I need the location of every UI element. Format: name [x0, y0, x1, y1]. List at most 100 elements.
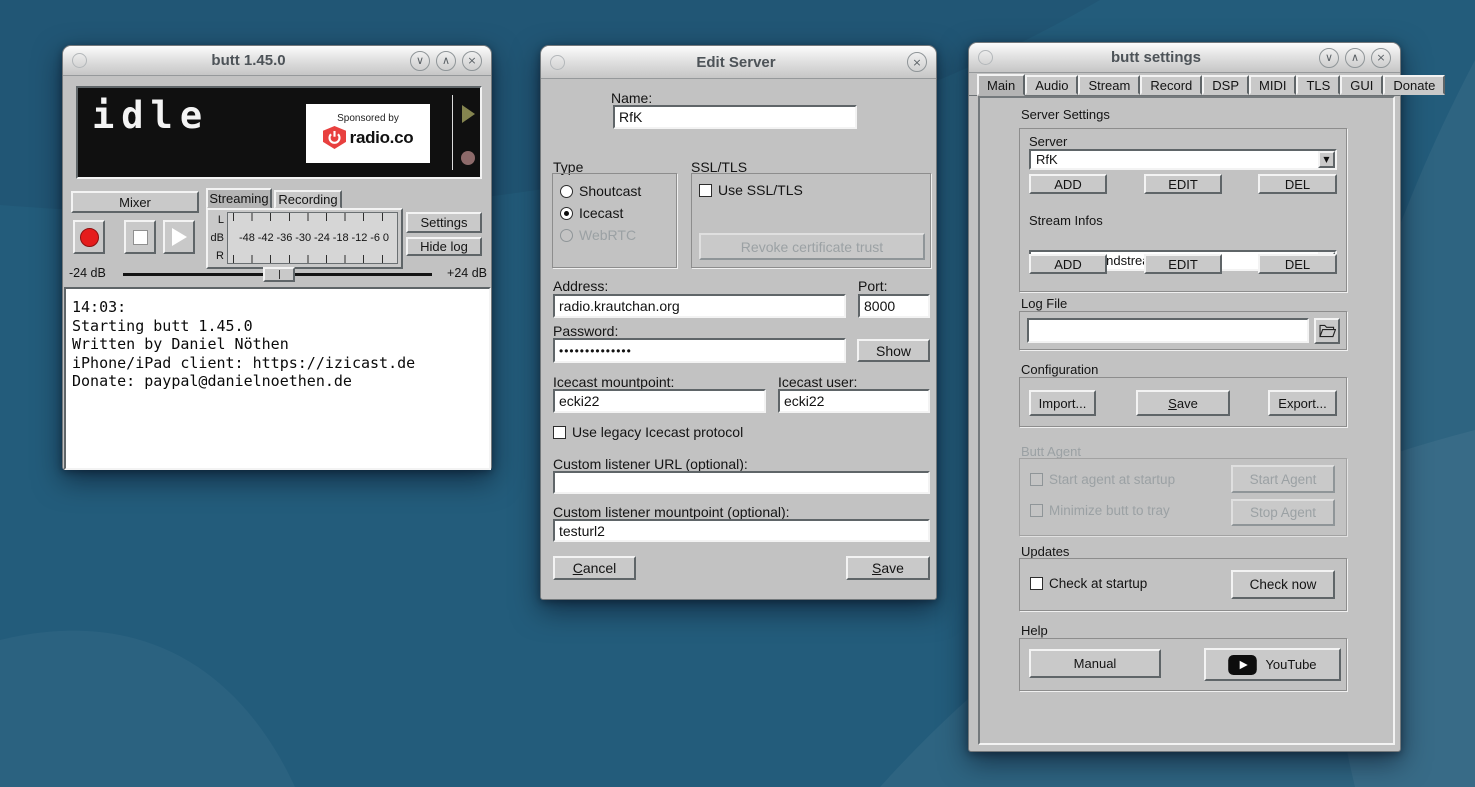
- port-input[interactable]: [858, 294, 930, 318]
- configuration-label: Configuration: [1021, 362, 1098, 377]
- server-dropdown-value: RfK: [1031, 151, 1335, 167]
- show-password-button[interactable]: Show: [857, 339, 930, 362]
- server-add-button[interactable]: ADD: [1029, 174, 1107, 194]
- meter-right-label: R: [208, 250, 224, 262]
- mountpoint-input[interactable]: [553, 389, 766, 413]
- butt-agent-label: Butt Agent: [1021, 444, 1081, 459]
- start-agent-checkbox: Start agent at startup: [1030, 472, 1175, 487]
- radio-icecast[interactable]: Icecast: [560, 205, 623, 221]
- tab-stream[interactable]: Stream: [1078, 75, 1140, 95]
- butt-settings-titlebar[interactable]: butt settings ∨ ∧ ×: [969, 43, 1400, 73]
- close-icon[interactable]: ×: [907, 52, 927, 72]
- folder-icon: [1319, 324, 1336, 338]
- checkbox-icon[interactable]: [1030, 577, 1043, 590]
- manual-button[interactable]: Manual: [1029, 649, 1161, 678]
- revoke-certificate-button: Revoke certificate trust: [699, 233, 925, 260]
- tab-recording[interactable]: Recording: [274, 190, 342, 209]
- export-button[interactable]: Export...: [1268, 390, 1337, 416]
- log-file-input[interactable]: [1027, 318, 1309, 343]
- shade-icon[interactable]: ∨: [1319, 48, 1339, 68]
- checkbox-icon[interactable]: [553, 426, 566, 439]
- gain-slider[interactable]: -24 dB +24 dB: [69, 266, 487, 283]
- gain-slider-handle[interactable]: [263, 267, 295, 282]
- settings-button[interactable]: Settings: [406, 212, 482, 233]
- server-edit-button[interactable]: EDIT: [1144, 174, 1222, 194]
- port-label: Port:: [858, 278, 888, 294]
- mountpoint-label: Icecast mountpoint:: [553, 374, 674, 390]
- legacy-protocol-checkbox[interactable]: Use legacy Icecast protocol: [553, 424, 743, 440]
- butt-main-titlebar[interactable]: butt 1.45.0 ∨ ∧ ×: [63, 46, 491, 76]
- close-icon[interactable]: ×: [1371, 48, 1391, 68]
- check-at-startup-checkbox[interactable]: Check at startup: [1030, 576, 1147, 591]
- stream-edit-button[interactable]: EDIT: [1144, 254, 1222, 274]
- import-button[interactable]: Import...: [1029, 390, 1096, 416]
- meter-scale-values: -48 -42 -36 -30 -24 -18 -12 -6 0: [228, 221, 397, 255]
- server-del-button[interactable]: DEL: [1258, 174, 1337, 194]
- type-groupbox: Shoutcast Icecast WebRTC: [552, 173, 677, 268]
- config-save-button[interactable]: Save: [1136, 390, 1230, 416]
- tab-gui[interactable]: GUI: [1340, 75, 1383, 95]
- password-input[interactable]: [553, 338, 846, 363]
- radio-shoutcast[interactable]: Shoutcast: [560, 183, 641, 199]
- address-label: Address:: [553, 278, 608, 294]
- start-agent-button: Start Agent: [1231, 465, 1335, 493]
- tab-donate[interactable]: Donate: [1383, 75, 1445, 95]
- stream-del-button[interactable]: DEL: [1258, 254, 1337, 274]
- lcd-display: idle Sponsored by radio.co: [76, 86, 482, 179]
- tab-streaming[interactable]: Streaming: [206, 188, 272, 209]
- mixer-button[interactable]: Mixer: [71, 191, 199, 213]
- custom-url-label: Custom listener URL (optional):: [553, 456, 748, 472]
- custom-mountpoint-input[interactable]: [553, 519, 930, 542]
- check-now-button[interactable]: Check now: [1231, 570, 1335, 599]
- play-button[interactable]: [163, 220, 195, 254]
- ssl-groupbox: Use SSL/TLS Revoke certificate trust: [691, 173, 931, 268]
- radio-icon[interactable]: [560, 185, 573, 198]
- browse-log-file-button[interactable]: [1314, 318, 1340, 344]
- tab-dsp[interactable]: DSP: [1202, 75, 1249, 95]
- password-label: Password:: [553, 323, 618, 339]
- butt-settings-window: butt settings ∨ ∧ × Main Audio Stream Re…: [968, 42, 1401, 752]
- server-dropdown[interactable]: RfK ▼: [1029, 149, 1337, 170]
- radio-co-badge[interactable]: Sponsored by radio.co: [306, 104, 430, 163]
- tab-main[interactable]: Main: [977, 74, 1025, 96]
- address-input[interactable]: [553, 294, 846, 318]
- stop-icon: [133, 230, 148, 245]
- tab-midi[interactable]: MIDI: [1249, 75, 1296, 95]
- checkbox-disabled-icon: [1030, 473, 1043, 486]
- log-line: iPhone/iPad client: https://izicast.de: [72, 354, 483, 373]
- tab-audio[interactable]: Audio: [1025, 75, 1078, 95]
- sponsored-by-text: Sponsored by: [306, 113, 430, 124]
- hide-log-button[interactable]: Hide log: [406, 237, 482, 256]
- stream-add-button[interactable]: ADD: [1029, 254, 1107, 274]
- log-output[interactable]: 14:03: Starting butt 1.45.0 Written by D…: [64, 287, 491, 470]
- chevron-down-icon[interactable]: ▼: [1318, 151, 1335, 168]
- radio-selected-icon[interactable]: [560, 207, 573, 220]
- youtube-icon: [1228, 655, 1257, 675]
- record-icon: [80, 228, 99, 247]
- tab-record[interactable]: Record: [1140, 75, 1202, 95]
- use-ssl-checkbox[interactable]: Use SSL/TLS: [699, 182, 803, 198]
- custom-url-input[interactable]: [553, 471, 930, 494]
- meter-left-label: L: [208, 214, 224, 226]
- name-input[interactable]: [613, 105, 857, 129]
- gain-max-label: +24 dB: [447, 266, 487, 280]
- maximize-icon[interactable]: ∧: [436, 51, 456, 71]
- edit-server-titlebar[interactable]: Edit Server ×: [541, 46, 936, 79]
- minimize-to-tray-checkbox: Minimize butt to tray: [1030, 503, 1170, 518]
- help-label: Help: [1021, 623, 1048, 638]
- save-button[interactable]: Save: [846, 556, 930, 580]
- icecast-user-input[interactable]: [778, 389, 930, 413]
- tab-streaming-label: Streaming: [209, 191, 268, 206]
- close-icon[interactable]: ×: [462, 51, 482, 71]
- maximize-icon[interactable]: ∧: [1345, 48, 1365, 68]
- server-settings-label: Server Settings: [1021, 107, 1110, 122]
- record-button[interactable]: [73, 220, 105, 254]
- tab-tls[interactable]: TLS: [1296, 75, 1340, 95]
- cancel-button[interactable]: Cancel: [553, 556, 636, 580]
- youtube-button[interactable]: YouTube: [1204, 648, 1341, 681]
- stop-button[interactable]: [124, 220, 156, 254]
- shade-icon[interactable]: ∨: [410, 51, 430, 71]
- log-file-label: Log File: [1021, 296, 1067, 311]
- window-title: butt 1.45.0: [93, 52, 404, 69]
- checkbox-icon[interactable]: [699, 184, 712, 197]
